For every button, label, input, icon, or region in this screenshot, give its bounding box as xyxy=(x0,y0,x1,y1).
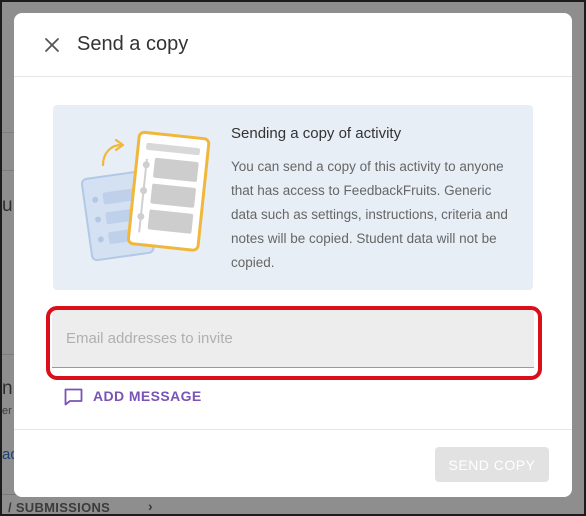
email-input[interactable] xyxy=(52,310,534,367)
info-title: Sending a copy of activity xyxy=(231,125,402,142)
close-icon xyxy=(45,38,59,52)
background-text-fragment: n xyxy=(2,378,13,399)
background-text-fragment: u xyxy=(2,195,13,216)
send-copy-dialog: Send a copy Sending a copy of activity Y… xyxy=(14,13,572,497)
chevron-right-icon: › xyxy=(148,498,153,514)
document-copy-illustration xyxy=(81,130,211,262)
dialog-title: Send a copy xyxy=(77,33,189,55)
dialog-header: Send a copy xyxy=(14,13,572,77)
email-field-container xyxy=(52,310,534,368)
add-message-button[interactable]: ADD MESSAGE xyxy=(63,385,202,407)
info-description: You can send a copy of this activity to … xyxy=(231,159,508,270)
close-button[interactable] xyxy=(42,35,62,55)
background-tab-submissions: / SUBMISSIONS › xyxy=(2,494,160,514)
dialog-footer: SEND COPY xyxy=(14,429,572,497)
send-copy-button[interactable]: SEND COPY xyxy=(435,447,549,482)
background-tab-label: / SUBMISSIONS xyxy=(8,500,111,514)
background-text-fragment: er xyxy=(2,405,12,417)
info-panel: Sending a copy of activity You can send … xyxy=(53,105,533,290)
add-message-label: ADD MESSAGE xyxy=(93,388,202,404)
message-icon xyxy=(64,388,83,405)
